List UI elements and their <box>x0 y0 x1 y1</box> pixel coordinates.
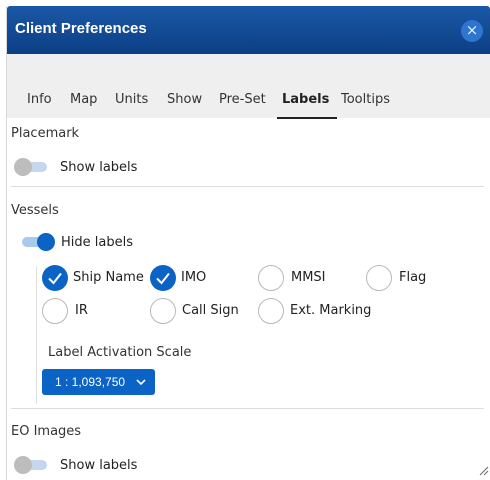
title-bar: Client Preferences × <box>7 6 490 54</box>
scale-value: 1 : 1,093,750 <box>55 375 126 389</box>
tab-labels[interactable]: Labels <box>282 92 329 107</box>
tab-units[interactable]: Units <box>115 92 148 107</box>
placemark-toggle-label: Show labels <box>60 160 138 175</box>
vessels-toggle-label: Hide labels <box>61 235 133 250</box>
chevron-down-icon <box>136 379 146 386</box>
toggle-knob <box>14 456 32 474</box>
tab-pre-set[interactable]: Pre-Set <box>219 92 266 107</box>
placemark-heading: Placemark <box>11 126 80 141</box>
active-tab-indicator <box>277 117 337 119</box>
dialog-title: Client Preferences <box>15 20 147 37</box>
activation-scale-dropdown[interactable]: 1 : 1,093,750 <box>42 369 155 395</box>
label-activation-scale-label: Label Activation Scale <box>48 345 192 360</box>
placemark-show-labels-toggle[interactable] <box>14 157 50 177</box>
ir-checkbox[interactable] <box>42 298 68 324</box>
client-preferences-dialog: Client Preferences × Info Map Units Show… <box>6 6 490 480</box>
ship-name-label: Ship Name <box>73 270 144 285</box>
section-divider <box>11 186 484 187</box>
imo-checkbox[interactable] <box>150 265 176 291</box>
ext-marking-label: Ext. Marking <box>290 303 372 318</box>
checkmark-icon <box>48 272 62 285</box>
resize-handle-icon[interactable] <box>479 466 489 476</box>
tab-bar: Info Map Units Show Pre-Set Labels Toolt… <box>7 54 490 119</box>
toggle-knob <box>37 233 55 251</box>
call-sign-label: Call Sign <box>182 303 239 318</box>
flag-checkbox[interactable] <box>366 265 392 291</box>
section-divider <box>11 408 484 409</box>
mmsi-label: MMSI <box>291 270 326 285</box>
ir-label: IR <box>75 303 88 318</box>
eo-images-toggle-label: Show labels <box>60 458 138 473</box>
eo-images-show-labels-toggle[interactable] <box>14 455 50 475</box>
tab-show[interactable]: Show <box>167 92 202 107</box>
checkmark-icon <box>156 272 170 285</box>
vessels-heading: Vessels <box>11 203 59 218</box>
eo-images-heading: EO Images <box>11 424 82 439</box>
imo-label: IMO <box>181 270 207 285</box>
tab-map[interactable]: Map <box>70 92 97 107</box>
options-group-rule <box>36 266 37 404</box>
ship-name-checkbox[interactable] <box>42 265 68 291</box>
close-icon: × <box>465 21 479 39</box>
ext-marking-checkbox[interactable] <box>258 298 284 324</box>
vessels-hide-labels-toggle[interactable] <box>19 232 55 252</box>
tab-info[interactable]: Info <box>27 92 52 107</box>
tab-tooltips[interactable]: Tooltips <box>341 92 390 107</box>
mmsi-checkbox[interactable] <box>258 265 284 291</box>
close-button[interactable]: × <box>461 20 483 42</box>
flag-label: Flag <box>399 270 427 285</box>
toggle-knob <box>14 158 32 176</box>
call-sign-checkbox[interactable] <box>150 298 176 324</box>
